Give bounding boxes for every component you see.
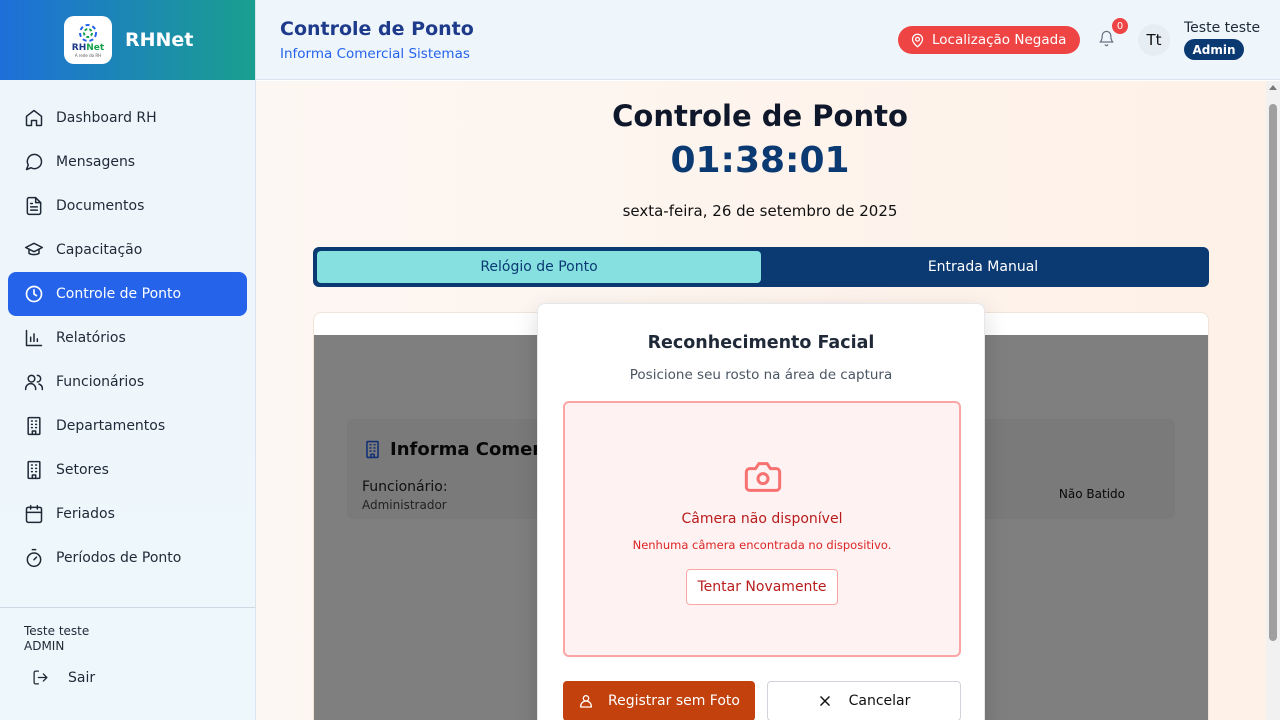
timer-icon: [26, 548, 42, 568]
sidebar-item-label: Departamentos: [56, 418, 166, 434]
close-icon: [819, 696, 830, 706]
header-title: Controle de Ponto: [280, 18, 474, 40]
notifications-button[interactable]: [1098, 30, 1115, 51]
sidebar-item-label: Mensagens: [56, 154, 136, 170]
building-icon: [27, 460, 41, 480]
logo-tagline: A rede do RH: [74, 53, 102, 58]
scroll-up-arrow-icon[interactable]: [1269, 85, 1277, 90]
current-time: 01:38:01: [670, 140, 850, 181]
location-status-label: Localização Negada: [932, 32, 1067, 48]
camera-capture-area: Câmera não disponível Nenhuma câmera enc…: [563, 401, 961, 657]
header-user-name: Teste teste: [1184, 20, 1261, 36]
sidebar-item-dashboard-rh[interactable]: Dashboard RH: [8, 96, 247, 140]
sidebar-item-capacitacao[interactable]: Capacitação: [8, 228, 247, 272]
users-icon: [24, 374, 44, 391]
sidebar-item-departamentos[interactable]: Departamentos: [8, 404, 247, 448]
document-icon: [26, 196, 42, 216]
header-user-role-badge: Admin: [1184, 39, 1244, 60]
home-icon: [25, 109, 43, 127]
camera-error-message: Nenhuma câmera encontrada no dispositivo…: [632, 538, 892, 552]
sidebar-item-label: Períodos de Ponto: [56, 550, 182, 566]
bar-chart-icon: [25, 329, 43, 347]
sidebar-item-mensagens[interactable]: Mensagens: [8, 140, 247, 184]
dialog-subtitle: Posicione seu rosto na área de captura: [629, 367, 893, 383]
sidebar-item-label: Capacitação: [56, 242, 143, 258]
graduation-cap-icon: [24, 242, 44, 256]
sidebar-item-label: Relatórios: [56, 330, 126, 346]
avatar[interactable]: Tt: [1138, 24, 1170, 56]
sidebar-item-label: Feriados: [56, 506, 115, 522]
brand-header: RHNet A rede do RH RHNet: [0, 0, 255, 80]
page-title: Controle de Ponto: [612, 99, 908, 133]
cancel-label: Cancelar: [848, 693, 911, 709]
clock-icon: [25, 285, 43, 303]
register-without-photo-button[interactable]: Registrar sem Foto: [563, 681, 755, 720]
tab-entrada-manual[interactable]: Entrada Manual: [761, 251, 1205, 283]
sidebar-item-relatorios[interactable]: Relatórios: [8, 316, 247, 360]
sidebar: RHNet A rede do RH RHNet Dashboard RH Me…: [0, 0, 256, 720]
logo-swirl-icon: [79, 24, 97, 42]
current-date: sexta-feira, 26 de setembro de 2025: [622, 202, 898, 220]
scrollbar-thumb[interactable]: [1269, 104, 1277, 641]
sidebar-item-label: Controle de Ponto: [56, 286, 182, 302]
location-status-badge[interactable]: Localização Negada: [898, 26, 1081, 54]
retry-button[interactable]: Tentar Novamente: [686, 569, 838, 605]
sidebar-item-feriados[interactable]: Feriados: [8, 492, 247, 536]
sidebar-item-label: Documentos: [56, 198, 145, 214]
logout-label: Sair: [68, 669, 96, 686]
sidebar-item-label: Dashboard RH: [56, 110, 157, 126]
logo-text-net: Net: [86, 43, 105, 53]
sidebar-user-name: Teste teste: [24, 624, 90, 638]
sidebar-item-funcionarios[interactable]: Funcionários: [8, 360, 247, 404]
logo-text-rh: RH: [71, 43, 87, 53]
sidebar-item-setores[interactable]: Setores: [8, 448, 247, 492]
app-name: RHNet: [125, 29, 194, 51]
camera-error-title: Câmera não disponível: [681, 511, 843, 527]
top-header: Controle de Ponto Informa Comercial Sist…: [256, 0, 1280, 80]
user-icon: [580, 695, 592, 708]
map-pin-icon: [911, 33, 924, 47]
mode-tabs: Relógio de Ponto Entrada Manual: [313, 247, 1209, 287]
sidebar-item-label: Setores: [56, 462, 109, 478]
dialog-title: Reconhecimento Facial: [647, 333, 875, 353]
main-content: Controle de Ponto 01:38:01 sexta-feira, …: [256, 81, 1280, 720]
cancel-button[interactable]: Cancelar: [767, 681, 961, 720]
facial-recognition-dialog: Reconhecimento Facial Posicione seu rost…: [537, 303, 985, 720]
logout-icon: [33, 670, 48, 685]
calendar-icon: [25, 504, 43, 524]
logout-button[interactable]: Sair: [32, 669, 231, 686]
sidebar-nav: Dashboard RH Mensagens Documentos Capaci…: [0, 80, 255, 580]
main-scrollbar[interactable]: [1266, 81, 1280, 720]
header-subtitle: Informa Comercial Sistemas: [280, 46, 470, 62]
sidebar-item-documentos[interactable]: Documentos: [8, 184, 247, 228]
camera-icon: [744, 462, 782, 492]
sidebar-user-role: ADMIN: [24, 639, 65, 653]
app-logo[interactable]: RHNet A rede do RH: [64, 16, 112, 64]
register-without-photo-label: Registrar sem Foto: [608, 693, 740, 709]
chat-icon: [25, 153, 43, 171]
notification-count-badge: 0: [1112, 18, 1128, 34]
building-icon: [27, 416, 41, 436]
sidebar-item-controle-de-ponto[interactable]: Controle de Ponto: [8, 272, 247, 316]
sidebar-item-periodos-de-ponto[interactable]: Períodos de Ponto: [8, 536, 247, 580]
sidebar-footer: Teste teste ADMIN Sair: [0, 607, 255, 720]
tab-relogio-de-ponto[interactable]: Relógio de Ponto: [317, 251, 761, 283]
bell-icon: [1099, 30, 1114, 47]
sidebar-item-label: Funcionários: [56, 374, 145, 390]
